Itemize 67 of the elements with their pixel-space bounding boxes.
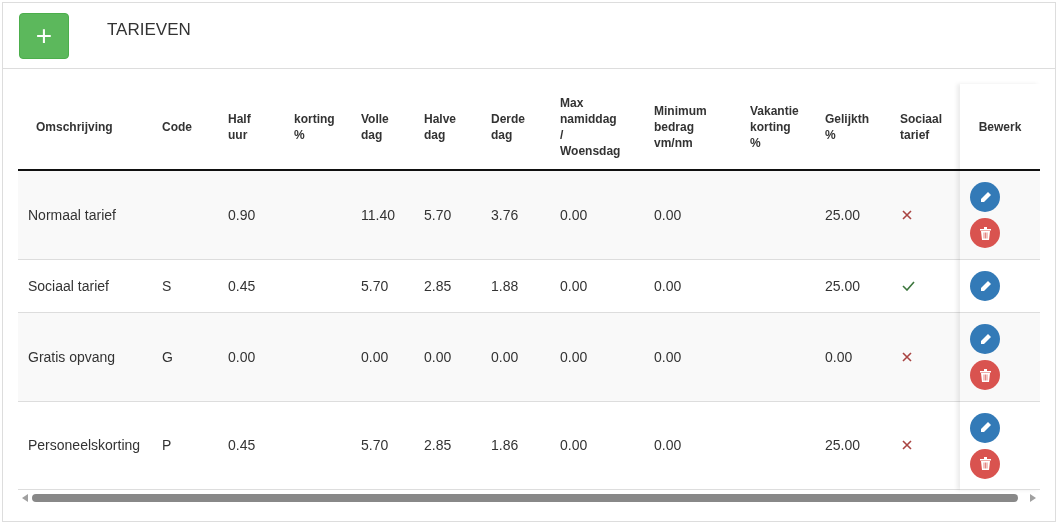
table-cell: 0.00 bbox=[654, 206, 682, 223]
edit-button[interactable] bbox=[970, 271, 1000, 301]
table-cell: Normaal tarief bbox=[28, 206, 116, 223]
column-header: Halve dag bbox=[424, 110, 457, 143]
table-cell: 0.00 bbox=[228, 348, 256, 365]
trash-icon bbox=[979, 457, 991, 470]
table-cell: 1.86 bbox=[491, 437, 519, 453]
scroll-right-icon[interactable] bbox=[1030, 493, 1036, 502]
table-cell: 3.76 bbox=[491, 206, 519, 223]
pencil-icon bbox=[978, 421, 992, 434]
column-header: Minimum bedrag vm/nm bbox=[654, 102, 707, 151]
table-cell: G bbox=[162, 348, 173, 365]
column-header: Derde dag bbox=[491, 110, 525, 143]
table-cell: 0.00 bbox=[560, 437, 588, 453]
pencil-icon bbox=[978, 332, 992, 346]
table-cell: S bbox=[162, 277, 172, 294]
scrollbar-thumb[interactable] bbox=[32, 493, 1018, 502]
table-cell: 0.00 bbox=[654, 437, 682, 453]
table-cell: 0.90 bbox=[228, 206, 256, 223]
table-cell: 0.00 bbox=[560, 206, 588, 223]
column-header: Code bbox=[162, 118, 192, 135]
scroll-left-icon[interactable] bbox=[22, 493, 28, 502]
table-cell: 5.70 bbox=[361, 437, 389, 453]
table-cell: 11.40 bbox=[361, 206, 395, 223]
table-cell: Gratis opvang bbox=[28, 348, 116, 365]
table-cell: 5.70 bbox=[361, 277, 389, 294]
table-cell: 0.00 bbox=[654, 348, 682, 365]
table-cell: 0.00 bbox=[560, 277, 588, 294]
column-header: Volle dag bbox=[361, 110, 389, 143]
table-cell: 0.00 bbox=[560, 348, 588, 365]
pencil-icon bbox=[978, 279, 992, 293]
add-button[interactable]: + bbox=[19, 12, 69, 59]
table-cell: 0.00 bbox=[825, 348, 853, 365]
table-cell: 2.85 bbox=[424, 277, 452, 294]
table-cell: 0.00 bbox=[361, 348, 389, 365]
table-cell: 0.00 bbox=[424, 348, 452, 365]
table-cell: 0.45 bbox=[228, 277, 256, 294]
edit-button[interactable] bbox=[970, 324, 1000, 354]
column-header: Omschrijving bbox=[35, 118, 113, 135]
table-cell: 0.45 bbox=[228, 437, 256, 453]
table-cell: 25.00 bbox=[825, 277, 861, 294]
table-cell: 2.85 bbox=[424, 437, 452, 453]
trash-icon bbox=[979, 226, 991, 240]
column-header: korting % bbox=[294, 110, 335, 143]
column-header: Bewerk bbox=[978, 118, 1022, 136]
table-cell: Sociaal tarief bbox=[28, 277, 109, 294]
edit-button[interactable] bbox=[970, 412, 1000, 443]
table-cell: 0.00 bbox=[491, 348, 519, 365]
delete-button[interactable] bbox=[970, 218, 1000, 248]
table-cell: 1.88 bbox=[491, 277, 519, 294]
column-header: Sociaal tarief bbox=[900, 110, 943, 143]
delete-button[interactable] bbox=[970, 360, 1000, 390]
edit-button[interactable] bbox=[970, 182, 1000, 212]
page-title: TARIEVEN bbox=[107, 18, 191, 41]
column-header: Gelijkth % bbox=[825, 110, 869, 143]
column-header: Half uur bbox=[228, 110, 251, 143]
column-header: Vakantie korting % bbox=[750, 102, 799, 151]
pencil-icon bbox=[978, 190, 992, 204]
trash-icon bbox=[979, 368, 991, 382]
table-cell: Personeelskorting bbox=[28, 437, 141, 453]
table-cell: 5.70 bbox=[424, 206, 452, 223]
column-header: Max namiddag / Woensdag bbox=[560, 94, 621, 159]
table-cell: 25.00 bbox=[825, 437, 861, 453]
table-cell: 25.00 bbox=[825, 206, 861, 223]
delete-button[interactable] bbox=[970, 448, 1000, 479]
table-cell: P bbox=[162, 437, 172, 453]
table-cell: 0.00 bbox=[654, 277, 682, 294]
